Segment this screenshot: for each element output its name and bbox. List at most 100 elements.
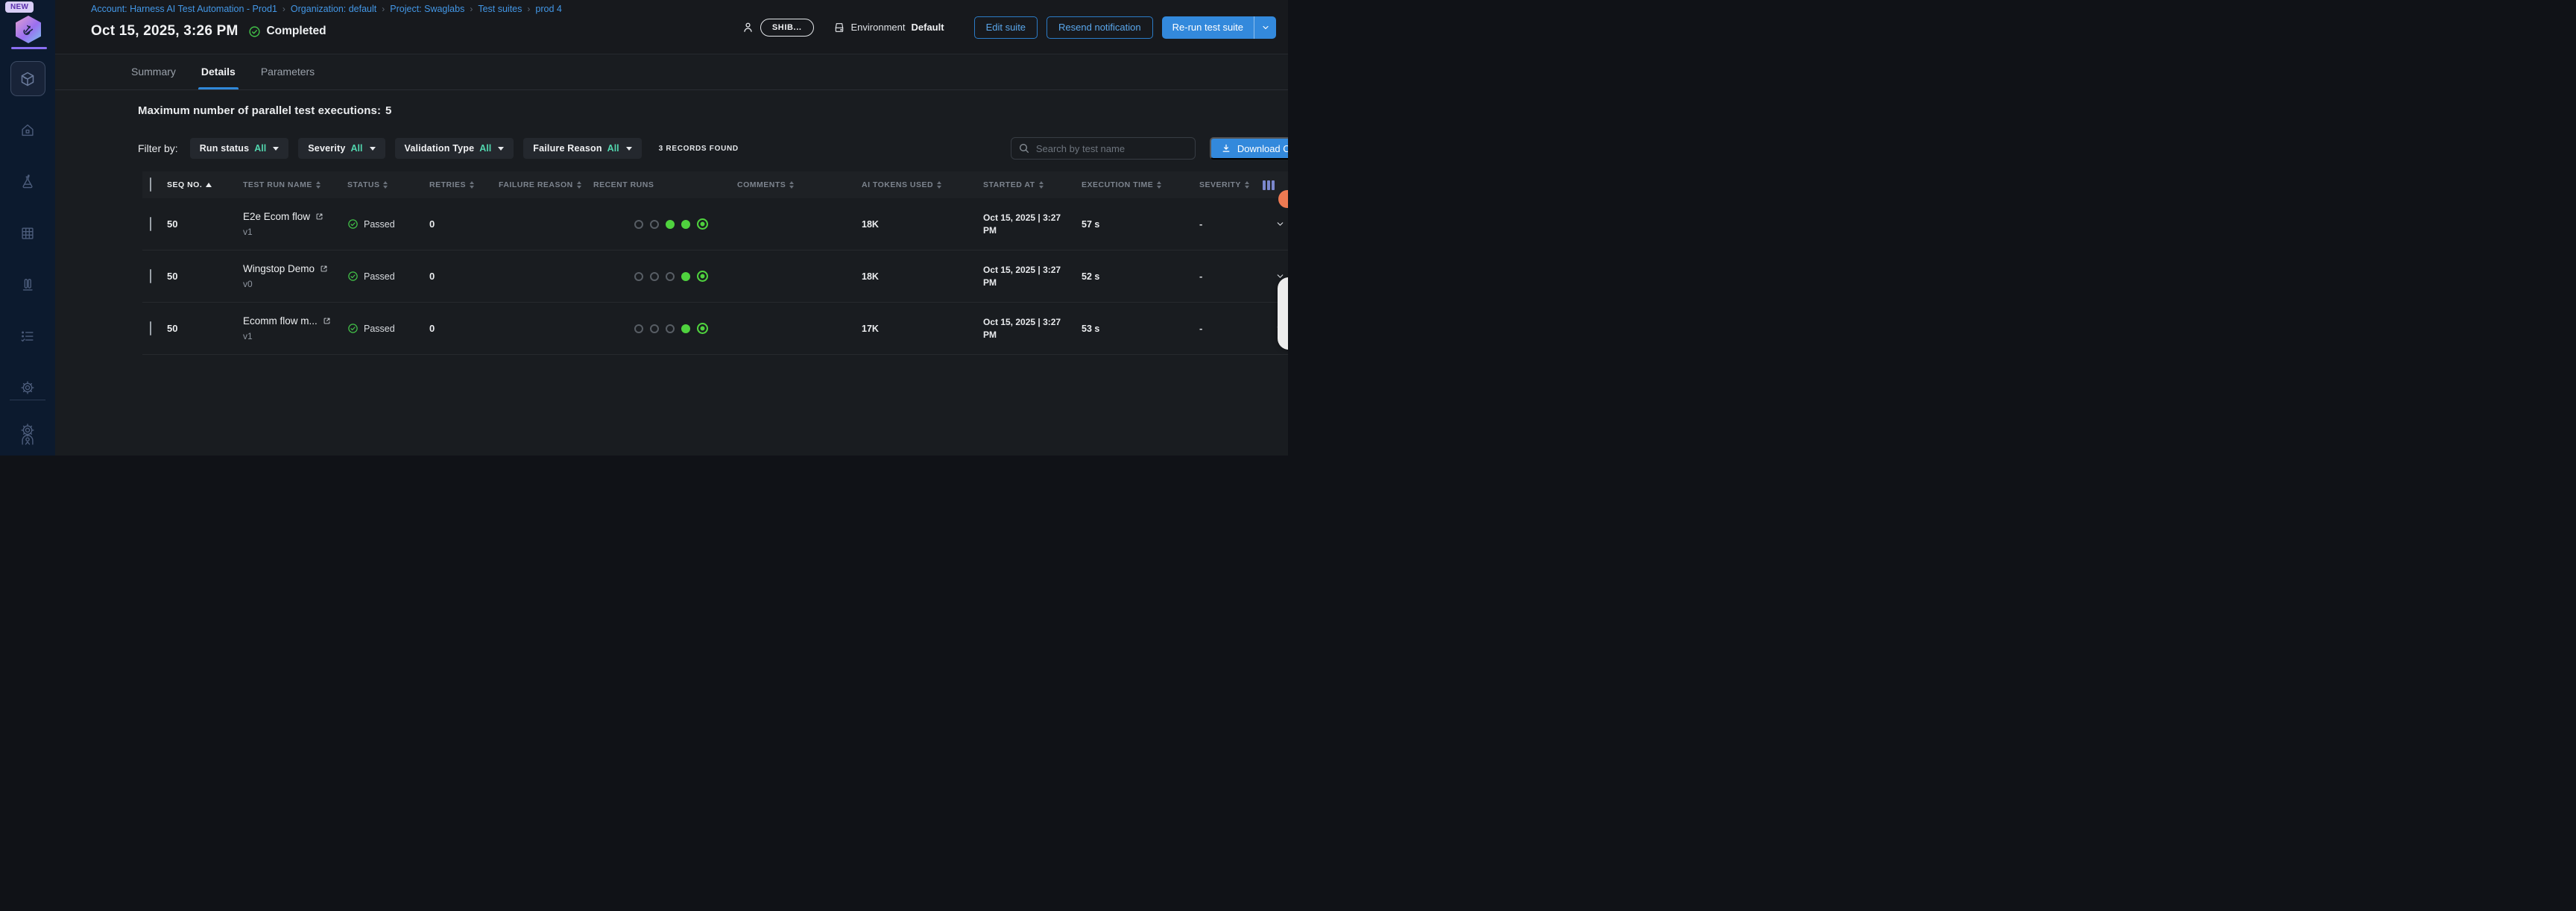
breadcrumb-test-suites[interactable]: Test suites: [478, 4, 522, 14]
cell-retries: 0: [429, 218, 499, 230]
test-run-link[interactable]: Ecomm flow m...: [243, 315, 347, 327]
environment-value[interactable]: Default: [912, 22, 944, 33]
breadcrumb-suite-name[interactable]: prod 4: [535, 4, 561, 14]
test-run-link[interactable]: Wingstop Demo: [243, 263, 347, 274]
check-circle-icon: [347, 218, 359, 230]
select-all-checkbox[interactable]: [150, 177, 151, 192]
column-header-failure-reason[interactable]: FAILURE REASON: [499, 180, 593, 189]
column-selector-icon[interactable]: [1263, 180, 1288, 190]
breadcrumb-organization[interactable]: Organization: default: [291, 4, 376, 14]
column-header-severity[interactable]: SEVERITY: [1199, 180, 1263, 189]
download-csv-button[interactable]: Download CSV: [1210, 137, 1288, 160]
row-checkbox[interactable]: [150, 321, 151, 335]
cell-seq-no: 50: [167, 218, 243, 230]
caret-down-icon: [370, 147, 376, 151]
cell-test-run-name: E2e Ecom flow v1: [243, 211, 347, 237]
status-badge: Completed: [248, 25, 326, 38]
row-checkbox[interactable]: [150, 269, 151, 283]
run-status-filter[interactable]: Run status All: [190, 138, 289, 159]
sort-icon: [1245, 181, 1249, 189]
run-dot-none[interactable]: [666, 272, 675, 281]
sort-icon: [470, 181, 474, 189]
run-dot-passed[interactable]: [666, 220, 675, 229]
sidebar-item-lab[interactable]: [10, 164, 45, 199]
run-dot-none[interactable]: [666, 324, 675, 333]
breadcrumb-project[interactable]: Project: Swaglabs: [390, 4, 464, 14]
validation-type-filter[interactable]: Validation Type All: [395, 138, 514, 159]
user-icon: [742, 21, 754, 34]
rerun-test-suite-label[interactable]: Re-run test suite: [1162, 22, 1254, 33]
test-run-link[interactable]: E2e Ecom flow: [243, 211, 347, 222]
status-text: Completed: [266, 25, 326, 38]
test-run-name-text[interactable]: Wingstop Demo: [243, 263, 315, 274]
cell-started-at: Oct 15, 2025 | 3:27 PM: [983, 316, 1067, 341]
column-header-execution-time[interactable]: EXECUTION TIME: [1082, 180, 1199, 189]
run-dot-latest[interactable]: [697, 271, 708, 282]
column-header-status[interactable]: STATUS: [347, 180, 429, 189]
row-checkbox[interactable]: [150, 217, 151, 231]
edit-suite-button[interactable]: Edit suite: [974, 16, 1038, 39]
column-header-seq-no[interactable]: SEQ NO.: [167, 180, 243, 189]
column-header-ai-tokens-used[interactable]: AI TOKENS USED: [862, 180, 983, 189]
sort-icon: [937, 181, 941, 189]
row-expand-button[interactable]: [1263, 219, 1288, 229]
run-dot-none[interactable]: [650, 220, 659, 229]
column-header-retries[interactable]: RETRIES: [429, 180, 499, 189]
sidebar-item-account-settings[interactable]: [10, 412, 45, 447]
run-dot-none[interactable]: [634, 220, 643, 229]
tab-summary[interactable]: Summary: [131, 66, 176, 89]
sidebar-item-checklist[interactable]: [10, 318, 45, 353]
user-pill[interactable]: SHIB...: [760, 19, 814, 37]
column-header-test-run-name[interactable]: TEST RUN NAME: [243, 180, 347, 189]
sidebar-item-test-tubes[interactable]: [10, 267, 45, 302]
failure-reason-filter-value: All: [607, 143, 619, 154]
column-header-comments[interactable]: COMMENTS: [737, 180, 862, 189]
rerun-options-button[interactable]: [1254, 16, 1276, 39]
download-icon: [1221, 143, 1231, 154]
harness-logo-icon[interactable]: [16, 16, 41, 43]
modules-cube-icon: [19, 70, 37, 88]
sidebar-item-home[interactable]: [10, 113, 45, 148]
test-run-name-text[interactable]: Ecomm flow m...: [243, 315, 318, 327]
check-circle-icon: [248, 25, 261, 38]
run-dot-latest[interactable]: [697, 218, 708, 230]
run-dot-none[interactable]: [650, 324, 659, 333]
check-circle-icon: [347, 323, 359, 334]
test-run-name-text[interactable]: E2e Ecom flow: [243, 211, 310, 222]
filter-toolbar: Filter by: Run status All Severity All V…: [138, 137, 1288, 160]
status-text: Passed: [364, 324, 395, 334]
breadcrumb-separator: ›: [382, 4, 385, 14]
lab-flask-icon: [19, 174, 36, 190]
breadcrumb-separator: ›: [470, 4, 473, 14]
max-parallel-executions: Maximum number of parallel test executio…: [138, 104, 1288, 117]
run-dot-passed[interactable]: [681, 220, 690, 229]
validation-type-filter-value: All: [479, 143, 491, 154]
failure-reason-filter[interactable]: Failure Reason All: [523, 138, 641, 159]
rerun-test-suite-split-button[interactable]: Re-run test suite: [1162, 16, 1276, 39]
run-dot-none[interactable]: [650, 272, 659, 281]
external-link-icon[interactable]: [323, 317, 331, 325]
status-text: Passed: [364, 219, 395, 230]
sidebar-item-modules[interactable]: [10, 61, 45, 96]
run-dot-latest[interactable]: [697, 323, 708, 334]
tab-parameters[interactable]: Parameters: [261, 66, 315, 89]
cell-execution-time: 52 s: [1082, 271, 1199, 282]
tab-details[interactable]: Details: [201, 66, 236, 89]
column-header-started-at[interactable]: STARTED AT: [983, 180, 1082, 189]
severity-filter[interactable]: Severity All: [298, 138, 385, 159]
run-dot-none[interactable]: [634, 324, 643, 333]
run-dot-passed[interactable]: [681, 324, 690, 333]
external-link-icon[interactable]: [320, 265, 328, 273]
external-link-icon[interactable]: [315, 212, 323, 221]
resend-notification-button[interactable]: Resend notification: [1046, 16, 1153, 39]
failure-reason-filter-label: Failure Reason: [533, 143, 602, 154]
sidebar-item-grid[interactable]: [10, 215, 45, 250]
table-row: 50 Wingstop Demo v0 Passed 0 18K Oct 15,…: [142, 250, 1288, 303]
run-dot-passed[interactable]: [681, 272, 690, 281]
run-dot-none[interactable]: [634, 272, 643, 281]
sort-icon: [789, 181, 794, 189]
breadcrumb-account[interactable]: Account: Harness AI Test Automation - Pr…: [91, 4, 277, 14]
search-input[interactable]: [1011, 137, 1196, 160]
table-body: 50 E2e Ecom flow v1 Passed 0 18K Oct 15,…: [142, 198, 1288, 355]
floating-edge-widget[interactable]: [1278, 277, 1288, 350]
